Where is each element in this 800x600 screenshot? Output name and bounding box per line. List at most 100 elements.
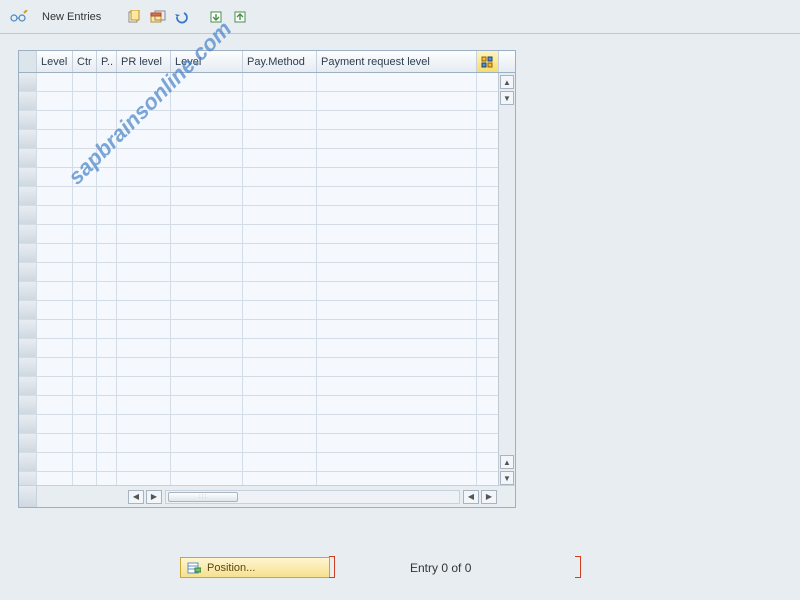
table-row[interactable] [19, 187, 515, 206]
table-cell[interactable] [243, 244, 317, 262]
table-row[interactable] [19, 168, 515, 187]
column-header-payreqlevel[interactable]: Payment request level [317, 51, 477, 72]
table-cell[interactable] [171, 320, 243, 338]
table-cell[interactable] [117, 282, 171, 300]
table-row[interactable] [19, 320, 515, 339]
table-cell[interactable] [37, 263, 73, 281]
table-cell[interactable] [477, 73, 499, 91]
table-cell[interactable] [73, 301, 97, 319]
table-cell[interactable] [117, 263, 171, 281]
table-cell[interactable] [317, 358, 477, 376]
table-cell[interactable] [171, 415, 243, 433]
table-row[interactable] [19, 130, 515, 149]
table-cell[interactable] [317, 339, 477, 357]
table-cell[interactable] [37, 282, 73, 300]
row-selector[interactable] [19, 263, 37, 281]
table-cell[interactable] [117, 111, 171, 129]
row-selector[interactable] [19, 358, 37, 376]
table-cell[interactable] [477, 168, 499, 186]
hscroll-left-end-icon[interactable]: ◀ [463, 490, 479, 504]
table-cell[interactable] [243, 263, 317, 281]
table-cell[interactable] [37, 206, 73, 224]
table-cell[interactable] [171, 358, 243, 376]
table-cell[interactable] [243, 206, 317, 224]
table-cell[interactable] [117, 206, 171, 224]
table-cell[interactable] [243, 434, 317, 452]
table-row[interactable] [19, 263, 515, 282]
hscroll-right-icon[interactable]: ▶ [146, 490, 162, 504]
table-cell[interactable] [243, 453, 317, 471]
table-cell[interactable] [97, 358, 117, 376]
table-cell[interactable] [243, 130, 317, 148]
scroll-down-icon[interactable]: ▼ [500, 91, 514, 105]
table-cell[interactable] [97, 111, 117, 129]
table-cell[interactable] [97, 225, 117, 243]
table-cell[interactable] [171, 396, 243, 414]
table-cell[interactable] [117, 92, 171, 110]
table-cell[interactable] [117, 453, 171, 471]
table-cell[interactable] [117, 339, 171, 357]
table-cell[interactable] [243, 168, 317, 186]
table-row[interactable] [19, 149, 515, 168]
table-cell[interactable] [37, 92, 73, 110]
table-cell[interactable] [243, 187, 317, 205]
table-cell[interactable] [97, 187, 117, 205]
table-cell[interactable] [171, 301, 243, 319]
table-row[interactable] [19, 339, 515, 358]
select-all-header[interactable] [19, 51, 37, 72]
table-cell[interactable] [171, 187, 243, 205]
table-cell[interactable] [171, 453, 243, 471]
table-cell[interactable] [171, 339, 243, 357]
table-cell[interactable] [73, 187, 97, 205]
table-cell[interactable] [317, 206, 477, 224]
table-cell[interactable] [37, 130, 73, 148]
table-cell[interactable] [477, 434, 499, 452]
table-cell[interactable] [97, 415, 117, 433]
hscroll-left-icon[interactable]: ◀ [128, 490, 144, 504]
table-cell[interactable] [171, 111, 243, 129]
table-cell[interactable] [117, 73, 171, 91]
column-header-paymethod[interactable]: Pay.Method [243, 51, 317, 72]
copy-icon[interactable] [125, 8, 143, 26]
table-cell[interactable] [37, 415, 73, 433]
table-cell[interactable] [73, 244, 97, 262]
table-cell[interactable] [97, 130, 117, 148]
table-cell[interactable] [73, 415, 97, 433]
table-cell[interactable] [477, 187, 499, 205]
table-cell[interactable] [73, 282, 97, 300]
new-entries-button[interactable]: New Entries [34, 9, 109, 25]
row-selector[interactable] [19, 396, 37, 414]
table-cell[interactable] [243, 111, 317, 129]
table-cell[interactable] [317, 301, 477, 319]
table-cell[interactable] [37, 434, 73, 452]
glasses-pencil-icon[interactable] [10, 8, 28, 26]
table-cell[interactable] [73, 377, 97, 395]
table-cell[interactable] [317, 187, 477, 205]
table-cell[interactable] [243, 339, 317, 357]
table-cell[interactable] [73, 149, 97, 167]
table-cell[interactable] [37, 73, 73, 91]
table-row[interactable] [19, 282, 515, 301]
table-cell[interactable] [73, 206, 97, 224]
table-cell[interactable] [171, 434, 243, 452]
table-cell[interactable] [37, 149, 73, 167]
table-cell[interactable] [317, 149, 477, 167]
table-cell[interactable] [317, 282, 477, 300]
column-header-ctr[interactable]: Ctr [73, 51, 97, 72]
table-row[interactable] [19, 358, 515, 377]
table-cell[interactable] [317, 434, 477, 452]
table-cell[interactable] [73, 92, 97, 110]
table-cell[interactable] [477, 396, 499, 414]
table-cell[interactable] [97, 92, 117, 110]
table-cell[interactable] [477, 206, 499, 224]
table-cell[interactable] [317, 111, 477, 129]
table-cell[interactable] [117, 377, 171, 395]
table-cell[interactable] [171, 282, 243, 300]
table-cell[interactable] [317, 130, 477, 148]
table-cell[interactable] [117, 187, 171, 205]
table-row[interactable] [19, 92, 515, 111]
hscroll-track[interactable]: ::: [165, 490, 460, 504]
row-selector[interactable] [19, 301, 37, 319]
position-button[interactable]: Position... [180, 557, 330, 578]
table-cell[interactable] [117, 301, 171, 319]
